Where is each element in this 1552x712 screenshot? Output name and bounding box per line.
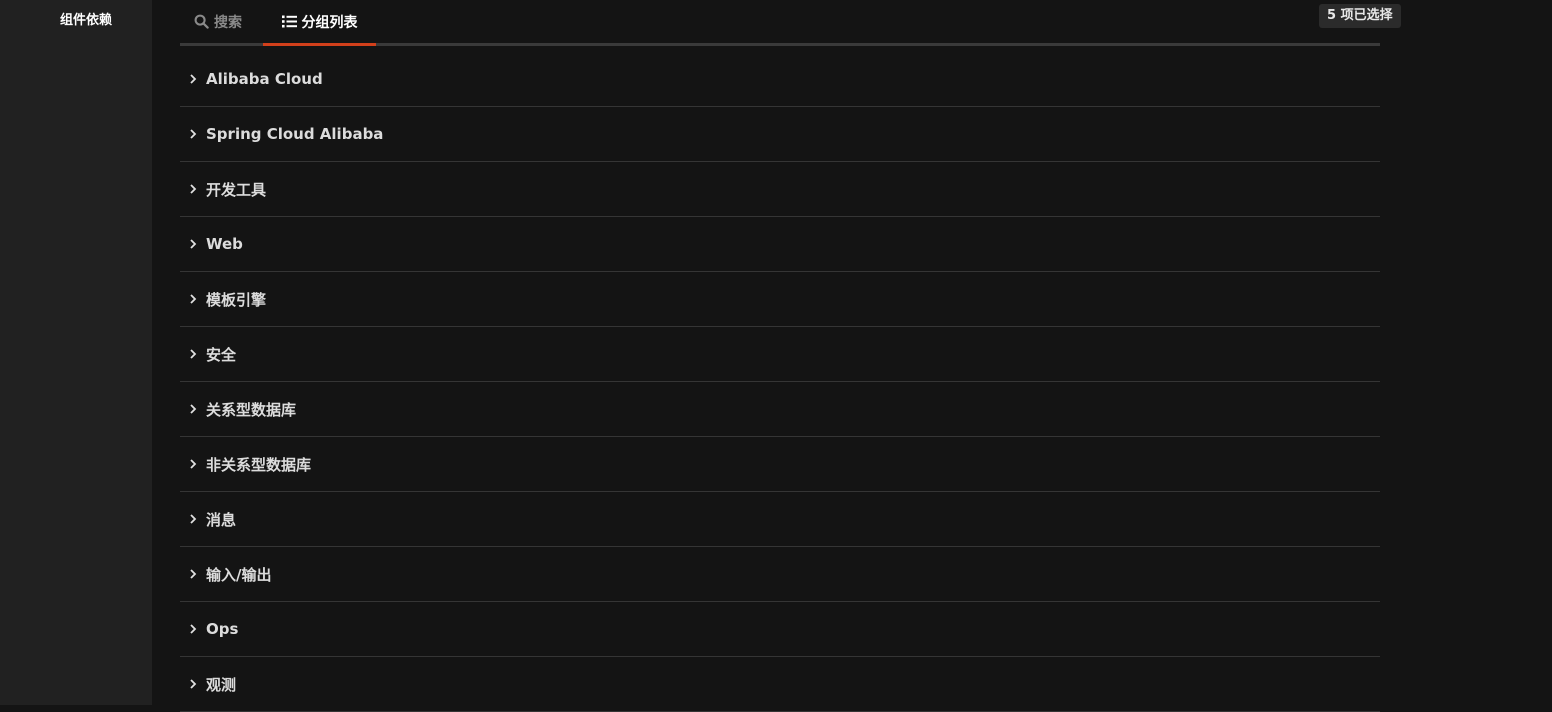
group-item-io[interactable]: 输入/输出: [180, 547, 1380, 602]
chevron-right-icon: [180, 293, 206, 305]
chevron-right-icon: [180, 678, 206, 690]
group-label: 安全: [206, 345, 237, 364]
tab-group-list-label: 分组列表: [301, 14, 358, 31]
group-label: 输入/输出: [206, 565, 272, 584]
group-item-security[interactable]: 安全: [180, 327, 1380, 382]
group-item-spring-cloud-alibaba[interactable]: Spring Cloud Alibaba: [180, 107, 1380, 162]
group-label: 非关系型数据库: [206, 455, 312, 474]
group-label: Spring Cloud Alibaba: [206, 125, 384, 143]
group-item-ops[interactable]: Ops: [180, 602, 1380, 657]
group-item-alibaba-cloud[interactable]: Alibaba Cloud: [180, 52, 1380, 107]
chevron-right-icon: [180, 513, 206, 525]
chevron-right-icon: [180, 568, 206, 580]
group-label: 模板引擎: [206, 290, 267, 309]
tab-group-list[interactable]: 分组列表: [263, 0, 376, 43]
selection-count-badge[interactable]: 5 项已选择: [1319, 4, 1401, 28]
group-label: 开发工具: [206, 180, 267, 199]
tab-search-label: 搜索: [214, 14, 242, 31]
main-panel: 搜索 分组列表 5 项已选择 Alibaba Cloud Spring Clou…: [152, 0, 1552, 712]
chevron-right-icon: [180, 128, 206, 140]
group-item-sql[interactable]: 关系型数据库: [180, 382, 1380, 437]
group-label: 观测: [206, 675, 237, 694]
group-item-messaging[interactable]: 消息: [180, 492, 1380, 547]
tab-search[interactable]: 搜索: [194, 0, 242, 43]
search-icon: [194, 14, 209, 29]
group-label: Ops: [206, 620, 239, 638]
chevron-right-icon: [180, 238, 206, 250]
chevron-right-icon: [180, 183, 206, 195]
chevron-right-icon: [180, 403, 206, 415]
list-icon: [281, 15, 297, 28]
group-item-observability[interactable]: 观测: [180, 657, 1380, 712]
group-item-nosql[interactable]: 非关系型数据库: [180, 437, 1380, 492]
group-label: 关系型数据库: [206, 400, 297, 419]
group-item-template-engines[interactable]: 模板引擎: [180, 272, 1380, 327]
group-label: Alibaba Cloud: [206, 70, 323, 88]
active-tab-indicator: [263, 43, 376, 46]
group-item-dev-tools[interactable]: 开发工具: [180, 162, 1380, 217]
group-list: Alibaba Cloud Spring Cloud Alibaba 开发工具 …: [180, 52, 1380, 712]
sidebar: 组件依赖: [0, 0, 152, 705]
sidebar-title: 组件依赖: [59, 13, 112, 28]
group-label: Web: [206, 235, 243, 253]
tab-bar: 搜索 分组列表 5 项已选择: [180, 0, 1401, 46]
chevron-right-icon: [180, 458, 206, 470]
group-label: 消息: [206, 510, 237, 529]
group-item-web[interactable]: Web: [180, 217, 1380, 272]
chevron-right-icon: [180, 348, 206, 360]
chevron-right-icon: [180, 623, 206, 635]
chevron-right-icon: [180, 73, 206, 85]
